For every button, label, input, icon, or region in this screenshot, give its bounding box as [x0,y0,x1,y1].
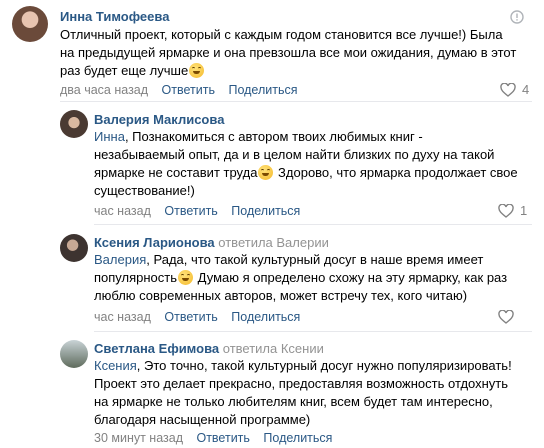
text-line: незабываемый опыт, да и в целом найти бл… [94,147,495,162]
comment-time[interactable]: два часа назад [60,83,148,97]
reply-button[interactable]: Ответить [162,83,215,97]
avatar[interactable] [60,234,88,262]
separator [94,224,532,225]
mention-link[interactable]: Ксения [94,358,137,373]
comment-text: Ксения, Это точно, такой культурный досу… [94,357,512,429]
reply-to-label[interactable]: ответила Валерии [218,235,329,250]
comment-time[interactable]: 30 минут назад [94,431,183,445]
comment-text: Отличный проект, который с каждым годом … [60,26,516,80]
smile-emoji [189,63,205,78]
avatar[interactable] [60,110,88,138]
warning-icon[interactable] [510,10,524,24]
text-line: люблю современных авторов, может встречу… [94,288,468,303]
share-button[interactable]: Поделиться [263,431,332,445]
comment-meta: 30 минут назад Ответить Поделиться [94,430,342,446]
mention-link[interactable]: Валерия [94,252,146,267]
text-line: , Это точно, такой культурный досуг нужн… [136,358,512,373]
comment-time[interactable]: час назад [94,310,151,324]
comment-author[interactable]: Валерия Маклисова [94,112,224,128]
heart-icon [498,203,514,218]
text-line: Отличный проект, который с каждым годом … [60,27,503,42]
text-line: популярность [94,270,178,285]
comment-meta: час назад Ответить Поделиться [94,309,310,325]
text-line: ярмарке не составит труда [94,165,258,180]
comment-author[interactable]: Инна Тимофеева [60,9,169,25]
comment-author[interactable]: Светлана Ефимова ответила Ксении [94,341,324,357]
smile-emoji [258,165,274,180]
text-line: на ярмарке не только любителям книг, все… [94,394,493,409]
avatar[interactable] [60,340,88,368]
like-button[interactable]: 1 [498,203,527,219]
like-button[interactable] [498,309,520,325]
separator [94,331,532,332]
separator [60,101,532,102]
comment-meta: два часа назад Ответить Поделиться [60,82,308,98]
author-name[interactable]: Ксения Ларионова [94,235,215,250]
comment-meta: час назад Ответить Поделиться [94,203,310,219]
share-button[interactable]: Поделиться [228,83,297,97]
text-line: благодаря насыщенной программе) [94,412,311,427]
author-name[interactable]: Инна Тимофеева [60,9,169,24]
text-line: раз будет еще лучше [60,63,189,78]
smile-emoji [178,270,194,285]
heart-icon [498,309,514,324]
like-button[interactable]: 4 [500,82,529,98]
share-button[interactable]: Поделиться [231,310,300,324]
text-line: , Рада, что такой культурный досуг в наш… [146,252,484,267]
reply-button[interactable]: Ответить [196,431,249,445]
mention-link[interactable]: Инна [94,129,125,144]
author-name[interactable]: Валерия Маклисова [94,112,224,127]
like-count: 1 [520,203,528,218]
text-line: Проект это делает прекрасно, предоставля… [94,376,509,391]
text-line: Думаю я определено схожу на эту ярмарку,… [194,270,508,285]
comment-author[interactable]: Ксения Ларионова ответила Валерии [94,235,329,251]
like-count: 4 [522,82,530,97]
comment-text: Валерия, Рада, что такой культурный досу… [94,251,507,305]
author-name[interactable]: Светлана Ефимова [94,341,219,356]
comment-text: Инна, Познакомиться с автором твоих люби… [94,128,518,200]
reply-to-label[interactable]: ответила Ксении [223,341,324,356]
reply-button[interactable]: Ответить [164,310,217,324]
heart-icon [500,82,516,97]
comment-time[interactable]: час назад [94,204,151,218]
text-line: на предыдущей ярмарке и она превзошла вс… [60,45,517,60]
text-line: , Познакомиться с автором твоих любимых … [124,129,423,144]
reply-button[interactable]: Ответить [164,204,217,218]
share-button[interactable]: Поделиться [231,204,300,218]
text-line: Здорово, что ярмарка продолжает свое [274,165,518,180]
avatar[interactable] [12,6,48,42]
text-line: существование!) [94,183,195,198]
